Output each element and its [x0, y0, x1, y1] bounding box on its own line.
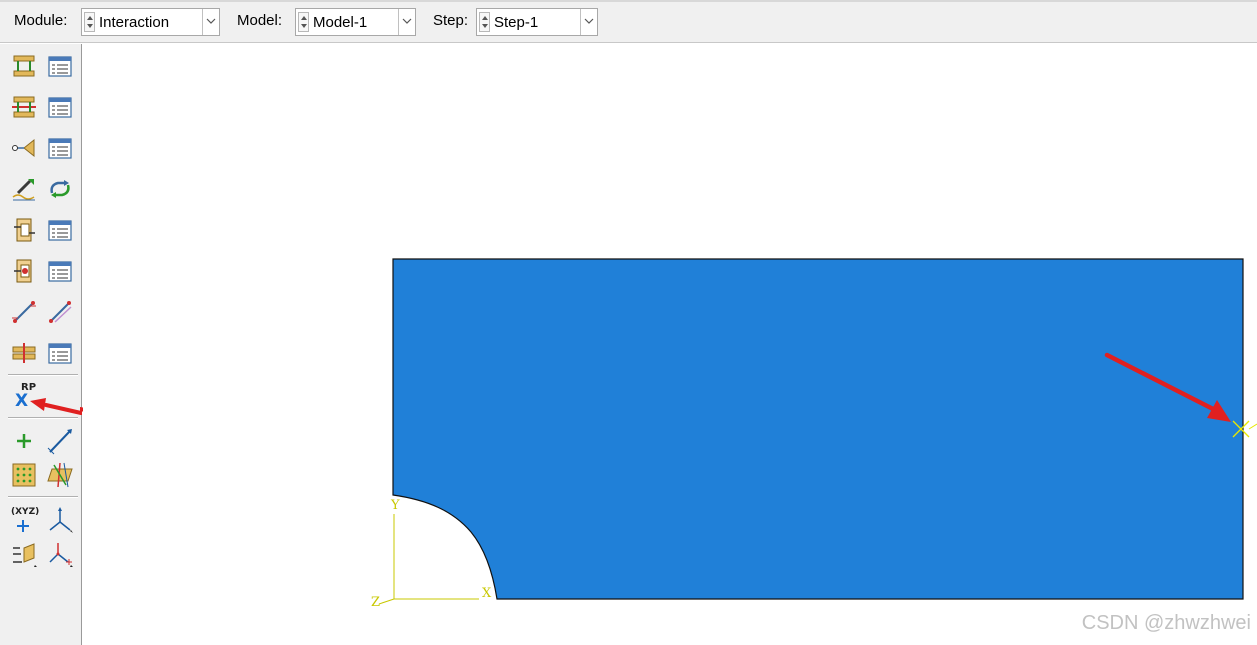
- create-wire-feature-button[interactable]: [10, 298, 38, 326]
- fastener-icon: [12, 343, 36, 363]
- wire-feature-icon: [12, 301, 36, 323]
- create-datum-point-button[interactable]: [10, 427, 38, 455]
- triad-icon: [49, 507, 73, 533]
- contact-initialization-icon: [12, 179, 35, 201]
- create-interaction-icon: [13, 55, 35, 77]
- chevron-down-icon: [402, 18, 412, 24]
- step-dropdown-button[interactable]: [580, 9, 597, 35]
- watermark: CSDN @zhwzhwei: [1081, 612, 1251, 634]
- contact-controls-manager-button[interactable]: [46, 134, 74, 162]
- datum-axis-icon: [47, 429, 72, 455]
- viewport-canvas[interactable]: [83, 44, 1257, 645]
- viewport[interactable]: Y X Z: [83, 44, 1257, 645]
- fastener-manager-button[interactable]: [46, 339, 74, 367]
- step-combo[interactable]: Step-1: [476, 8, 598, 36]
- interaction-manager-button[interactable]: [46, 52, 74, 80]
- interaction-property-icon: [12, 96, 36, 118]
- axis-label-y: Y: [391, 498, 400, 513]
- connector-section-icon: [14, 259, 32, 283]
- contact-stabilization-button[interactable]: [46, 175, 74, 203]
- connector-section-manager-button[interactable]: [46, 257, 74, 285]
- step-value: Step-1: [494, 14, 539, 31]
- datum-csys-triad-button[interactable]: [46, 506, 74, 534]
- constraint-icon: [14, 218, 35, 242]
- global-csys-triad: [378, 514, 479, 605]
- create-datum-plane-button[interactable]: [10, 461, 38, 489]
- datum-plane-grid-icon: [12, 463, 36, 487]
- chevron-down-icon: [206, 18, 216, 24]
- part-plate[interactable]: [392, 258, 1244, 600]
- create-fastener-button[interactable]: [10, 339, 38, 367]
- manager-table-icon: [48, 261, 72, 282]
- plus-icon: [17, 434, 31, 448]
- csys-plane-icon: [13, 543, 37, 567]
- module-spinner-icon[interactable]: [84, 12, 95, 32]
- axis-label-z: Z: [371, 595, 381, 610]
- datum-tools-button[interactable]: [46, 540, 74, 568]
- create-datum-csys-button[interactable]: (XYZ): [8, 506, 42, 536]
- step-spinner-icon[interactable]: [479, 12, 490, 32]
- interaction-toolbox: RP X (XYZ): [0, 44, 82, 645]
- manager-table-icon: [48, 220, 72, 241]
- create-connector-assignment-button[interactable]: [46, 298, 74, 326]
- model-combo[interactable]: Model-1: [295, 8, 416, 36]
- create-datum-axis-button[interactable]: [46, 427, 74, 455]
- contact-initialization-button[interactable]: [10, 175, 38, 203]
- model-label: Model:: [237, 12, 283, 29]
- module-dropdown-button[interactable]: [202, 9, 219, 35]
- module-combo[interactable]: Interaction: [81, 8, 220, 36]
- model-spinner-icon[interactable]: [298, 12, 309, 32]
- datum-csys-label: (XYZ): [11, 507, 40, 517]
- toolbox-separator-highlight: [8, 375, 78, 376]
- create-constraint-button[interactable]: [10, 216, 38, 244]
- interaction-property-manager-button[interactable]: [46, 93, 74, 121]
- contact-controls-icon: [12, 138, 35, 158]
- partition-button[interactable]: [46, 461, 74, 489]
- module-label: Module:: [14, 12, 68, 29]
- toolbox-separator-highlight: [8, 497, 78, 498]
- partition-icon: [47, 462, 73, 488]
- annotation-arrow-left: [30, 398, 82, 415]
- connector-assignment-icon: [49, 301, 72, 323]
- create-connector-section-button[interactable]: [10, 257, 38, 285]
- create-interaction-property-button[interactable]: [10, 93, 38, 121]
- plus-icon: [17, 520, 29, 532]
- manager-table-icon: [48, 138, 72, 159]
- constraint-manager-button[interactable]: [46, 216, 74, 244]
- step-label: Step:: [433, 12, 469, 29]
- module-value: Interaction: [99, 14, 170, 31]
- chevron-down-icon: [584, 18, 594, 24]
- model-value: Model-1: [313, 14, 368, 31]
- context-bar: Module: Interaction Model: Model-1 Step:…: [0, 0, 1257, 43]
- assign-csys-button[interactable]: [10, 540, 38, 568]
- create-interaction-button[interactable]: [10, 52, 38, 80]
- menu-bar-edge: [0, 0, 1257, 2]
- datum-triad-red-icon: [49, 543, 73, 567]
- axis-label-x: X: [482, 586, 492, 601]
- manager-table-icon: [48, 97, 72, 118]
- manager-table-icon: [48, 56, 72, 77]
- create-contact-controls-button[interactable]: [10, 134, 38, 162]
- model-dropdown-button[interactable]: [398, 9, 415, 35]
- contact-stabilization-icon: [50, 180, 70, 198]
- manager-table-icon: [48, 343, 72, 364]
